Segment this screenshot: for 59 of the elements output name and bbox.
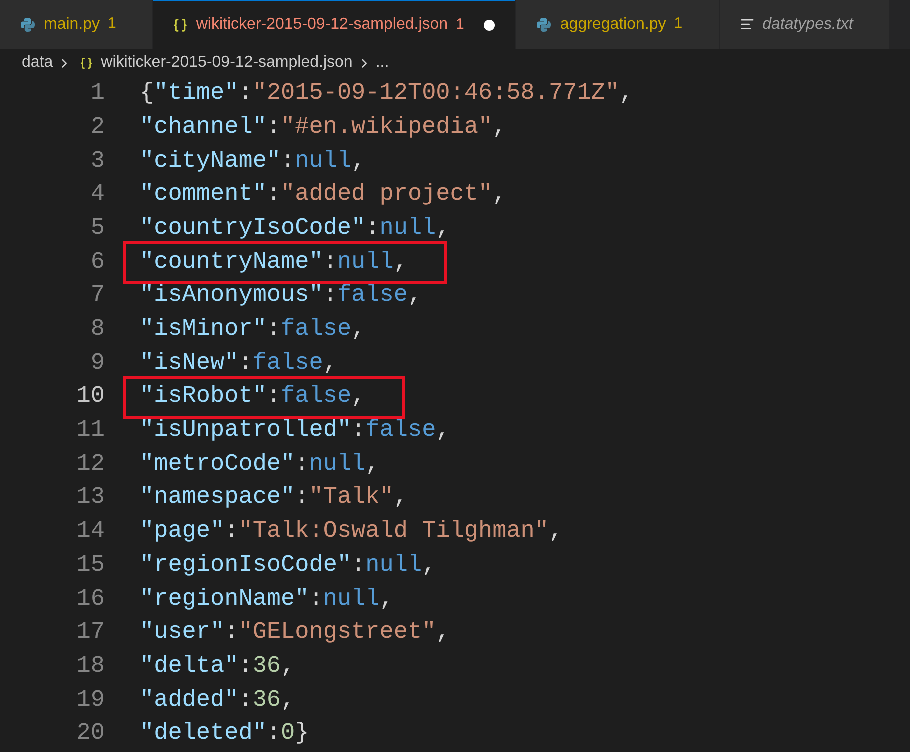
code-line: "regionName":null, xyxy=(140,584,394,615)
line-number: 20 xyxy=(76,719,105,750)
line-number: 14 xyxy=(76,517,105,548)
code-line: "delta":36, xyxy=(140,652,296,682)
code-line: "added":36, xyxy=(140,686,296,716)
code-line: "countryName":null, xyxy=(140,248,408,278)
code-line: {"time":"2015-09-12T00:46:58.771Z", xyxy=(140,79,634,110)
line-number: 1 xyxy=(90,79,105,110)
breadcrumb-item[interactable]: data xyxy=(22,51,54,75)
python-icon xyxy=(20,16,36,32)
tab-label: datatypes.txt xyxy=(762,14,854,34)
tab-label: aggregation.py xyxy=(560,14,666,34)
tab-label: main.py xyxy=(44,14,100,34)
line-number: 16 xyxy=(76,584,105,615)
code-line: "isNew":false, xyxy=(140,348,338,379)
line-number: 8 xyxy=(90,315,105,346)
line-number: 6 xyxy=(90,248,105,278)
line-number: 11 xyxy=(76,416,105,446)
line-number: 10 xyxy=(76,382,105,412)
code-line: "isMinor":false, xyxy=(140,315,366,346)
tab-label: wikiticker-2015-09-12-sampled.json xyxy=(196,15,448,35)
code-line: "isUnpatrolled":false, xyxy=(140,416,450,446)
line-number: 9 xyxy=(90,348,105,379)
code-line: "channel":"#en.wikipedia", xyxy=(140,112,507,143)
line-number: 18 xyxy=(76,652,105,682)
code-line: "user":"GELongstreet", xyxy=(140,618,450,648)
code-line: "countryIsoCode":null, xyxy=(140,214,450,244)
line-number: 12 xyxy=(76,450,105,480)
editor-tab[interactable]: wikiticker-2015-09-12-sampled.json 1 xyxy=(153,0,516,49)
text-lines-icon xyxy=(740,17,755,32)
code-line: "page":"Talk:Oswald Tilghman", xyxy=(140,517,564,548)
editor-tab[interactable]: main.py 1 xyxy=(0,0,154,49)
line-number: 2 xyxy=(90,112,105,143)
problem-count: 1 xyxy=(456,14,464,35)
breadcrumb-item[interactable]: wikiticker-2015-09-12-sampled.json xyxy=(101,51,353,75)
line-number: 3 xyxy=(90,146,105,177)
problem-count: 1 xyxy=(108,14,116,34)
editor-tab[interactable]: aggregation.py 1 xyxy=(516,0,720,49)
code-line: "metroCode":null, xyxy=(140,450,380,480)
line-number: 19 xyxy=(76,686,105,716)
problem-count: 1 xyxy=(674,14,683,34)
breadcrumb-item[interactable]: ... xyxy=(376,51,390,75)
code-line: "comment":"added project", xyxy=(140,180,507,210)
line-number: 17 xyxy=(76,618,105,648)
python-icon xyxy=(536,16,552,32)
line-number: 5 xyxy=(90,214,105,244)
editor-tab[interactable]: datatypes.txt xyxy=(720,0,890,49)
code-line: "cityName":null, xyxy=(140,146,366,177)
line-number: 13 xyxy=(76,483,105,514)
line-number: 7 xyxy=(90,281,105,312)
code-line: "isRobot":false, xyxy=(140,382,366,412)
braces-icon xyxy=(173,18,188,32)
code-line: "namespace":"Talk", xyxy=(140,483,408,514)
line-number: 4 xyxy=(90,180,105,210)
code-line: "regionIsoCode":null, xyxy=(140,550,436,581)
braces-icon xyxy=(80,56,94,70)
code-line: "deleted":0} xyxy=(140,719,310,750)
line-number: 15 xyxy=(76,550,105,581)
code-line: "isAnonymous":false, xyxy=(140,281,422,312)
